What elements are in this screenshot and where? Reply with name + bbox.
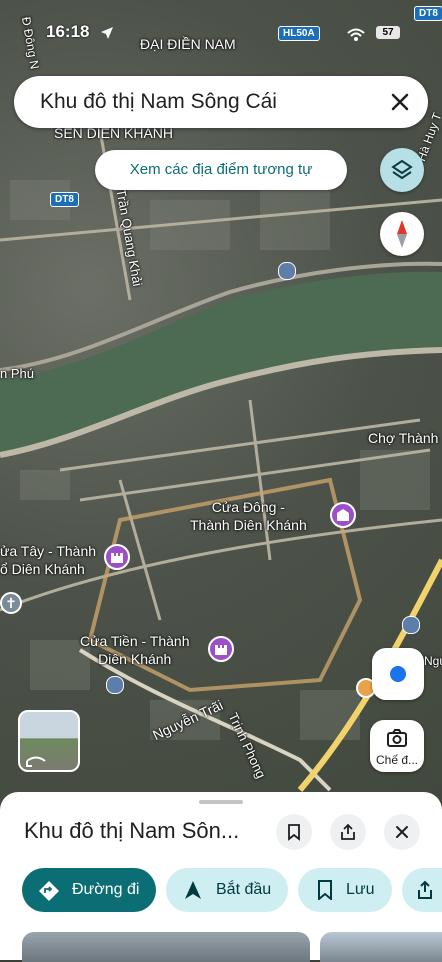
close-icon <box>396 826 408 838</box>
battery-indicator: 57 <box>376 26 400 39</box>
map-label-ngu: Ngu <box>424 654 442 668</box>
poi-label-cua-tien[interactable]: Cửa Tiền - Thành Diên Khánh <box>80 632 190 668</box>
share-button[interactable] <box>330 814 366 850</box>
sheet-drag-handle[interactable] <box>199 800 243 804</box>
street-view-rotate-icon <box>26 756 46 767</box>
castle-poi-icon[interactable] <box>208 636 234 662</box>
start-label: Bắt đầu <box>216 881 272 898</box>
castle-poi-icon[interactable] <box>104 544 130 570</box>
close-sheet-button[interactable] <box>384 814 420 850</box>
close-icon[interactable] <box>386 88 414 116</box>
bus-stop-icon[interactable] <box>106 676 124 694</box>
place-bottom-sheet[interactable]: Khu đô thị Nam Sôn... Đường đi Bắt đầu L… <box>0 792 442 962</box>
save-label: Lưu <box>346 881 375 898</box>
share-icon <box>418 880 432 899</box>
share-chip-button[interactable] <box>402 868 442 912</box>
status-time: 16:18 <box>46 22 90 41</box>
save-button[interactable]: Lưu <box>298 868 392 912</box>
bus-stop-icon[interactable] <box>402 616 420 634</box>
poi-label-line: Cửa Tiền - Thành <box>80 633 190 649</box>
camera-icon <box>387 729 407 747</box>
start-navigation-button[interactable]: Bắt đầu <box>166 868 288 912</box>
my-location-icon <box>390 666 406 682</box>
place-photo[interactable] <box>320 932 442 962</box>
layers-button[interactable] <box>380 148 424 192</box>
compass-button[interactable] <box>380 212 424 256</box>
road-shield-dt8: DT8 <box>50 192 79 207</box>
poi-label-line: ửa Tây - Thành <box>0 543 97 559</box>
navigation-arrow-icon <box>185 881 201 899</box>
poi-label-cua-dong[interactable]: Cửa Đông - Thành Diên Khánh <box>190 498 307 534</box>
poi-label-cua-tay[interactable]: ửa Tây - Thành ổ Diên Khánh <box>0 542 96 578</box>
scan-label: Chế đ... <box>375 753 419 767</box>
map-label-phu: n Phú <box>0 366 34 381</box>
my-location-button[interactable] <box>372 648 424 700</box>
scan-button[interactable]: Chế đ... <box>370 720 424 772</box>
poi-label-line: Diên Khánh <box>98 651 172 667</box>
bookmark-icon <box>318 880 332 900</box>
map-label-dai-dien-nam: ĐẠI ĐIỀN NAM <box>140 36 236 52</box>
road-shield-dt8: DT8 <box>414 6 442 21</box>
street-view-thumbnail[interactable] <box>18 710 80 772</box>
directions-icon <box>39 881 59 901</box>
poi-label-line: ổ Diên Khánh <box>0 561 85 577</box>
battery-level: 57 <box>382 27 394 38</box>
museum-poi-icon[interactable] <box>330 502 356 528</box>
bus-stop-icon[interactable] <box>278 262 296 280</box>
poi-label-line: Thành Diên Khánh <box>190 517 307 533</box>
share-icon <box>341 823 355 840</box>
poi-label-line: Cửa Đông - <box>211 499 285 515</box>
bookmark-icon <box>288 824 300 841</box>
place-title: Khu đô thị Nam Sôn... <box>24 818 240 843</box>
save-bookmark-button[interactable] <box>276 814 312 850</box>
search-query[interactable]: Khu đô thị Nam Sông Cái <box>40 90 277 114</box>
directions-label: Đường đi <box>72 881 140 898</box>
layers-icon <box>391 159 413 180</box>
road-shield-hl50a: HL50A <box>278 26 320 41</box>
location-arrow-icon <box>101 27 113 39</box>
wifi-icon <box>347 28 365 41</box>
similar-places-button[interactable]: Xem các địa điểm tương tự <box>95 150 347 190</box>
church-poi-icon[interactable]: ✝ <box>0 592 22 614</box>
search-bar[interactable]: Khu đô thị Nam Sông Cái <box>14 76 428 128</box>
directions-button[interactable]: Đường đi <box>22 868 156 912</box>
compass-icon <box>397 220 407 248</box>
place-photo[interactable] <box>22 932 310 962</box>
map-label-cho-thanh: Chợ Thành <box>368 430 439 446</box>
